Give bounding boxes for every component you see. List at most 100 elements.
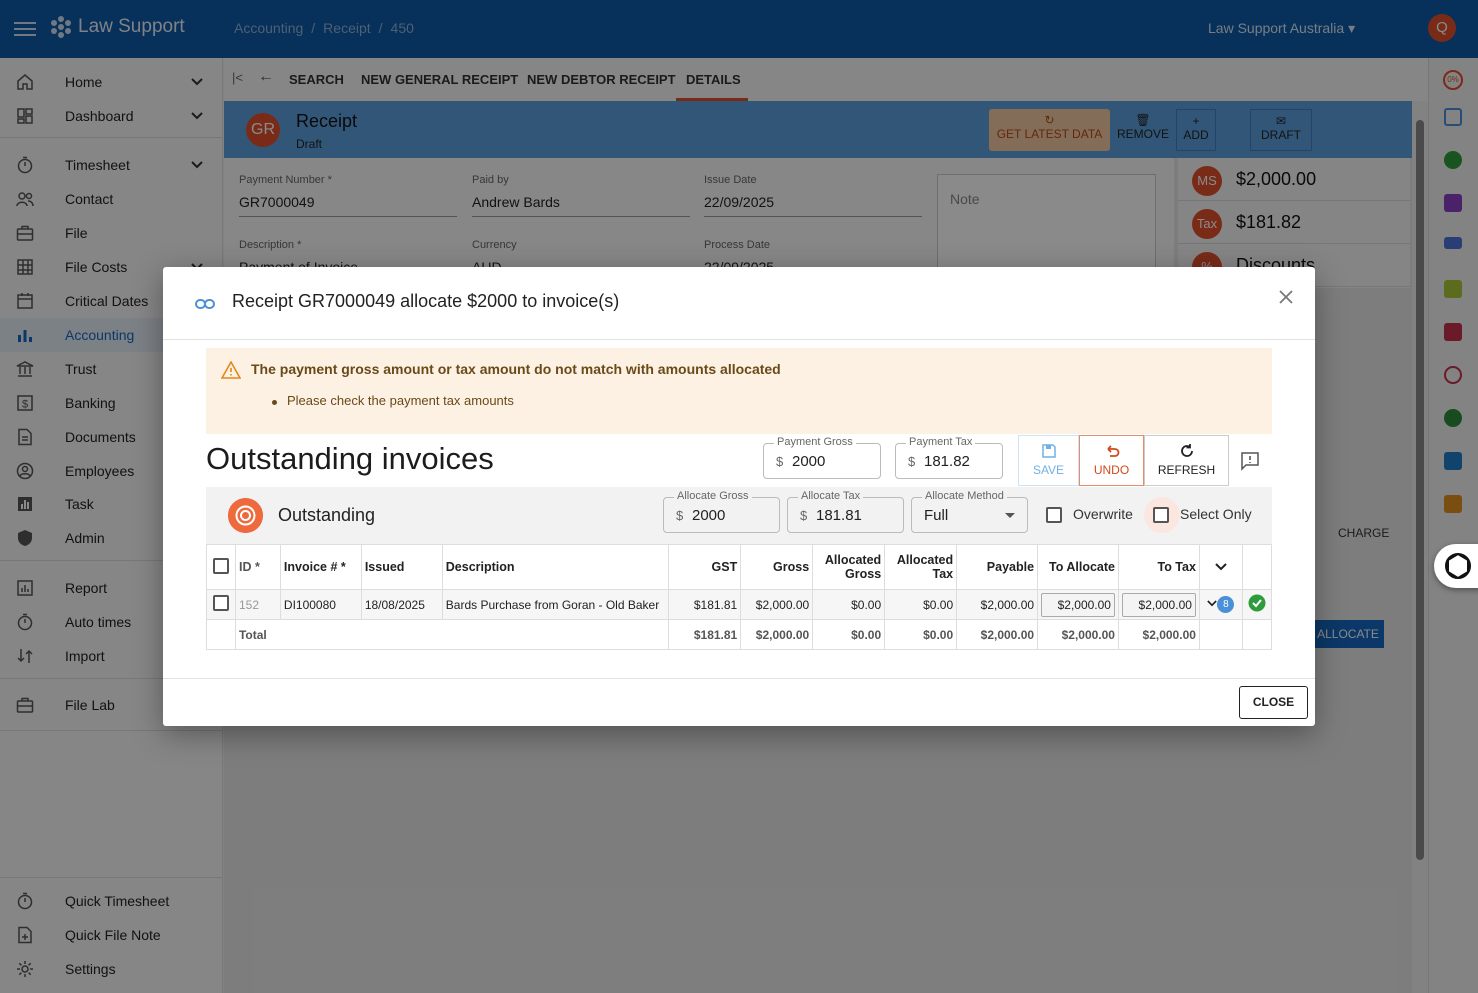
to-tax-cell: $2,000.00 (1117, 589, 1200, 620)
status-header-cell (1241, 544, 1273, 590)
warning-alert: The payment gross amount or tax amount d… (206, 348, 1272, 434)
save-icon (1041, 444, 1056, 458)
dropdown-arrow-icon (1005, 513, 1015, 518)
outstanding-invoices-table: ID * Invoice # * Issued Description GST … (206, 544, 1273, 650)
column-header-allocated-gross[interactable]: Allocated Gross (812, 544, 886, 590)
refresh-button[interactable]: REFRESH (1144, 435, 1229, 486)
total-to-tax: $2,000.00 (1117, 619, 1200, 650)
cell-issued: 18/08/2025 (360, 589, 443, 620)
payment-gross-field[interactable]: Payment Gross $ 2000 (763, 436, 881, 479)
total-to-allocate: $2,000.00 (1037, 619, 1119, 650)
ai-logo-icon (1445, 552, 1471, 580)
check-circle-icon (1248, 594, 1266, 612)
to-allocate-input[interactable]: $2,000.00 (1041, 592, 1115, 617)
column-header-to-tax[interactable]: To Tax (1117, 544, 1200, 590)
cell-payable: $2,000.00 (956, 589, 1039, 620)
column-header-payable[interactable]: Payable (956, 544, 1039, 590)
total-gst: $181.81 (668, 619, 742, 650)
total-gross: $2,000.00 (740, 619, 814, 650)
payment-gross-label: Payment Gross (774, 436, 856, 448)
ai-assistant-button[interactable] (1434, 544, 1478, 588)
outstanding-panel-header: Outstanding Allocate Gross $ 2000 Alloca… (206, 487, 1272, 544)
column-header-allocated-tax[interactable]: Allocated Tax (884, 544, 958, 590)
select-only-label: Select Only (1180, 506, 1252, 522)
undo-button[interactable]: UNDO (1079, 435, 1144, 486)
cell-allocated-tax: $0.00 (884, 589, 958, 620)
outstanding-heading: Outstanding invoices (206, 441, 494, 476)
column-header-issued[interactable]: Issued (360, 544, 443, 590)
chevron-down-icon (1215, 563, 1227, 571)
overwrite-label: Overwrite (1073, 506, 1133, 522)
total-label: Total (234, 619, 670, 650)
close-icon[interactable] (1276, 287, 1296, 307)
row-checkbox[interactable] (212, 595, 229, 611)
count-badge: 8 (1217, 596, 1235, 613)
select-only-checkbox[interactable] (1153, 507, 1169, 523)
refresh-icon (1180, 444, 1193, 457)
modal-header: Receipt GR7000049 allocate $2000 to invo… (163, 267, 1315, 340)
table-total-row: Total $181.81 $2,000.00 $0.00 $0.00 $2,0… (206, 619, 1273, 650)
link-icon (195, 299, 215, 309)
payment-tax-field[interactable]: Payment Tax $ 181.82 (895, 436, 1003, 479)
currency-symbol: $ (776, 454, 784, 469)
currency-symbol: $ (800, 508, 808, 523)
cell-id: 152 (234, 589, 281, 620)
warning-item: Please check the payment tax amounts (287, 393, 514, 408)
select-all-checkbox[interactable] (212, 557, 229, 574)
column-header-id[interactable]: ID * (234, 544, 281, 590)
warning-title: The payment gross amount or tax amount d… (251, 361, 781, 377)
payment-tax-label: Payment Tax (906, 436, 976, 448)
total-empty-cell (206, 619, 236, 650)
overwrite-checkbox[interactable] (1046, 507, 1062, 523)
allocate-gross-field[interactable]: Allocate Gross $ 2000 (663, 490, 780, 533)
close-button[interactable]: CLOSE (1239, 686, 1308, 719)
table-row[interactable]: 152 DI100080 18/08/2025 Bards Purchase f… (206, 589, 1273, 620)
table-header-row: ID * Invoice # * Issued Description GST … (206, 544, 1273, 590)
allocate-modal: Receipt GR7000049 allocate $2000 to invo… (163, 267, 1315, 726)
modal-footer-divider (163, 678, 1315, 679)
allocate-gross-label: Allocate Gross (674, 490, 752, 502)
total-payable: $2,000.00 (956, 619, 1039, 650)
total-empty-cell (1198, 619, 1243, 650)
column-header-description[interactable]: Description (441, 544, 670, 590)
allocate-tax-value: 181.81 (816, 507, 862, 524)
expand-all-cell[interactable] (1198, 544, 1243, 590)
column-header-gst[interactable]: GST (668, 544, 742, 590)
cell-invoice: DI100080 (279, 589, 362, 620)
undo-icon (1106, 445, 1119, 457)
cell-allocated-gross: $0.00 (812, 589, 886, 620)
comment-alert-icon[interactable] (1240, 451, 1260, 471)
save-label: SAVE (1032, 463, 1065, 477)
cell-gross: $2,000.00 (740, 589, 814, 620)
currency-symbol: $ (908, 454, 916, 469)
payment-gross-value: 2000 (792, 453, 826, 470)
row-status-cell (1241, 589, 1273, 620)
cell-description: Bards Purchase from Goran - Old Baker (441, 589, 670, 620)
allocate-method-value: Full (924, 507, 949, 524)
allocate-tax-field[interactable]: Allocate Tax $ 181.81 (787, 490, 904, 533)
currency-symbol: $ (676, 508, 684, 523)
payment-tax-value: 181.82 (924, 453, 970, 470)
save-button[interactable]: SAVE (1018, 435, 1079, 486)
row-expand-cell[interactable]: 8 (1198, 589, 1243, 620)
column-header-invoice[interactable]: Invoice # * (279, 544, 362, 590)
refresh-label: REFRESH (1157, 463, 1216, 477)
column-header-to-allocate[interactable]: To Allocate (1037, 544, 1119, 590)
warning-icon (221, 361, 241, 379)
total-empty-cell (1241, 619, 1273, 650)
cell-gst: $181.81 (668, 589, 742, 620)
allocate-method-select[interactable]: Allocate Method Full (911, 490, 1028, 533)
outstanding-panel-title: Outstanding (278, 505, 376, 525)
allocate-method-label: Allocate Method (922, 490, 1007, 502)
allocate-tax-label: Allocate Tax (798, 490, 864, 502)
total-allocated-tax: $0.00 (884, 619, 958, 650)
undo-label: UNDO (1093, 463, 1130, 477)
chevron-down-icon (1207, 600, 1218, 607)
total-allocated-gross: $0.00 (812, 619, 886, 650)
select-all-cell (206, 544, 236, 590)
to-allocate-cell: $2,000.00 (1037, 589, 1119, 620)
allocate-gross-value: 2000 (692, 507, 726, 524)
column-header-gross[interactable]: Gross (740, 544, 814, 590)
target-icon (228, 498, 263, 533)
to-tax-input[interactable]: $2,000.00 (1121, 592, 1196, 617)
